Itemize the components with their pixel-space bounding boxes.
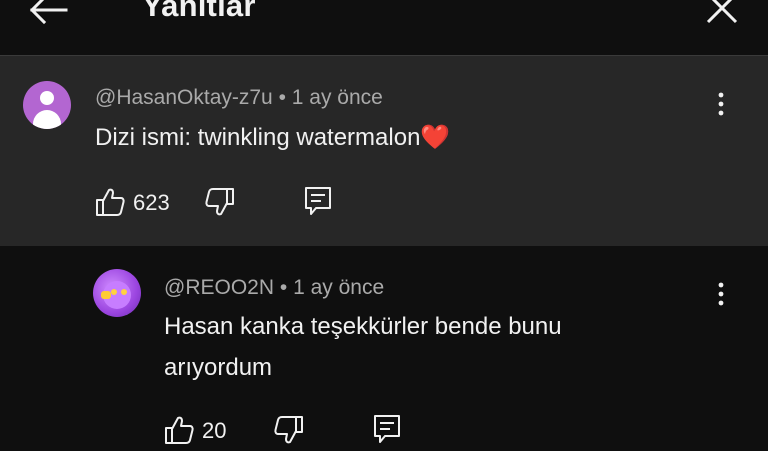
comment-time: 1 ay önce xyxy=(291,86,383,109)
thumb-up-icon xyxy=(165,416,194,444)
comment-menu-button[interactable] xyxy=(709,92,733,116)
reply-time: 1 ay önce xyxy=(293,276,385,299)
close-button[interactable] xyxy=(700,0,744,30)
avatar-eye xyxy=(121,289,127,295)
like-button[interactable] xyxy=(94,186,126,218)
thumb-down-icon xyxy=(274,416,303,444)
reply-button[interactable] xyxy=(371,413,403,445)
dislike-button[interactable] xyxy=(204,186,236,218)
back-button[interactable] xyxy=(24,0,72,34)
reply-icon xyxy=(374,415,400,443)
header-bar: Yanıtlar xyxy=(0,0,768,56)
like-button[interactable] xyxy=(163,414,195,446)
meta-separator: • xyxy=(279,276,288,299)
reply-meta: @REOO2N • 1 ay önce xyxy=(164,276,384,300)
avatar-head xyxy=(40,91,54,105)
more-vert-icon xyxy=(718,282,724,306)
thumb-down-icon xyxy=(205,188,234,216)
meta-separator: • xyxy=(278,86,286,109)
page-title: Yanıtlar xyxy=(142,0,256,23)
parent-comment: @HasanOktay-z7u • 1 ay önce Dizi ismi: t… xyxy=(0,56,768,246)
comment-meta: @HasanOktay-z7u • 1 ay önce xyxy=(95,86,383,110)
heart-emoji: ❤️ xyxy=(420,124,451,151)
avatar-badge xyxy=(101,291,111,299)
avatar-body xyxy=(33,110,61,129)
reply-icon xyxy=(305,187,331,215)
dislike-button[interactable] xyxy=(273,414,305,446)
comment-author[interactable]: @HasanOktay-z7u xyxy=(95,86,273,109)
like-count: 623 xyxy=(133,190,170,215)
comment-body: Dizi ismi: twinkling watermalon xyxy=(95,124,421,151)
close-icon xyxy=(706,0,738,24)
thumb-up-icon xyxy=(96,188,125,216)
more-vert-icon xyxy=(718,92,724,116)
reply-menu-button[interactable] xyxy=(709,282,733,306)
avatar[interactable] xyxy=(23,81,71,129)
avatar-eye xyxy=(111,289,117,295)
reply-button[interactable] xyxy=(302,185,334,217)
avatar[interactable] xyxy=(93,269,141,317)
reply-text-line: Hasan kanka teşekkürler bende bunu xyxy=(164,313,562,340)
reply-author[interactable]: @REOO2N xyxy=(164,276,274,299)
like-count: 20 xyxy=(202,418,227,443)
reply-text-line: arıyordum xyxy=(164,354,273,381)
comment-text: Dizi ismi: twinkling watermalon❤️ xyxy=(95,123,450,152)
arrow-left-icon xyxy=(29,0,68,25)
